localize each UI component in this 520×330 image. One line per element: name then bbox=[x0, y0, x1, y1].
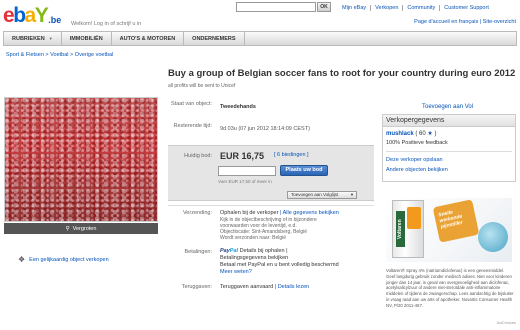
save-seller-link[interactable]: Deze verkoper opslaan bbox=[386, 157, 443, 163]
link-my-ebay[interactable]: Mijn eBay bbox=[338, 5, 370, 11]
divider bbox=[386, 151, 512, 152]
link-community[interactable]: Community bbox=[402, 5, 439, 11]
sell-similar-label: Een gelijkaardig object verkopen bbox=[29, 256, 109, 263]
nav-categories-label: RUBRIEKEN bbox=[12, 35, 45, 42]
watchlist-button-label: Toevoegen aan Volglijst bbox=[291, 192, 339, 197]
top-links: Mijn eBay Verkopen Community Customer Su… bbox=[338, 5, 493, 11]
current-price: EUR 16,75 bbox=[220, 151, 265, 161]
nav-business[interactable]: ONDERNEMERS bbox=[184, 32, 245, 45]
ad-orb bbox=[478, 222, 508, 252]
paypal-protection-note: Betaal met PayPal en u bent volledig bes… bbox=[220, 262, 339, 268]
condition-value: Tweedehands bbox=[220, 104, 256, 111]
breadcrumb[interactable]: Sport & Fietsen > Voetbal > Overige voet… bbox=[6, 52, 113, 58]
seller-info-box: Verkopergegevens mushlack ( 60 ★ ) 100% … bbox=[382, 114, 516, 182]
returns-policy: Teruggaven aanvaard bbox=[220, 284, 274, 290]
item-title: Buy a group of Belgian soccer fans to ro… bbox=[168, 68, 516, 79]
payment-value: PayPal Details bij ophalen | bbox=[220, 248, 288, 255]
logo-suffix: .be bbox=[48, 15, 62, 25]
nav-real-estate[interactable]: IMMOBILIËN bbox=[62, 32, 112, 45]
search-bar: OK bbox=[236, 2, 331, 12]
ships-to: Wordt verzonden naar: België bbox=[220, 235, 287, 241]
paypal-logo-pal: Pal bbox=[229, 248, 239, 254]
remaining-label: Resterende tijd: bbox=[173, 123, 212, 129]
ad-disclaimer: Voltaren® Spray 4% (natriumdiclofenac) i… bbox=[386, 268, 514, 308]
payment-method: Details bij ophalen | bbox=[239, 248, 288, 254]
seller-name-row: mushlack ( 60 ★ ) bbox=[386, 130, 436, 137]
paypal-logo: PayPal bbox=[220, 248, 238, 254]
shipping-value: Ophalen bij de verkoper | Alle gegevens … bbox=[220, 210, 339, 217]
ad-burst-text: Snelle werkende pijnstiller bbox=[438, 208, 464, 231]
current-bid-label: Huidig bod: bbox=[184, 153, 212, 159]
logo-letter-a: a bbox=[24, 4, 37, 27]
language-sitemap-links[interactable]: Page d'accueil en français | Site-overzi… bbox=[414, 19, 516, 25]
ad-image: Voltaren Snelle werkende pijnstiller bbox=[386, 198, 512, 262]
advertisement[interactable]: Voltaren Snelle werkende pijnstiller Vol… bbox=[382, 196, 516, 322]
product-box-image: Voltaren bbox=[392, 200, 424, 258]
ebay-logo[interactable]: e b a Y .be bbox=[3, 2, 61, 26]
nav-categories[interactable]: RUBRIEKEN ▼ bbox=[4, 32, 62, 45]
logo-letter-e: e bbox=[3, 4, 15, 27]
seller-score-close: ) bbox=[434, 131, 437, 137]
search-button[interactable]: OK bbox=[317, 2, 331, 12]
search-input[interactable] bbox=[236, 2, 316, 12]
tag-icon: ❖ bbox=[18, 255, 26, 264]
returns-value: Teruggaven aanvaard | Details lezen bbox=[220, 284, 309, 291]
ad-burst: Snelle werkende pijnstiller bbox=[432, 199, 480, 243]
bid-hint: Voer EUR 17,50 of meer in bbox=[218, 179, 272, 184]
divider bbox=[168, 205, 374, 206]
enlarge-label: Vergroten bbox=[72, 225, 97, 232]
chevron-down-icon: ▼ bbox=[350, 192, 354, 197]
magnifier-icon: ⚲ bbox=[65, 225, 70, 232]
seller-name[interactable]: mushlack bbox=[386, 131, 414, 137]
payment-label: Betalingen: bbox=[184, 249, 212, 255]
ad-brand: Voltaren bbox=[396, 211, 405, 247]
item-photo[interactable] bbox=[4, 97, 158, 222]
condition-label: Staat van object: bbox=[171, 101, 212, 107]
item-subtitle: all profits will be sent to Unicef bbox=[168, 83, 236, 89]
bid-count-link[interactable]: [ 6 biedingen ] bbox=[274, 152, 309, 158]
chevron-down-icon: ▼ bbox=[48, 36, 53, 41]
sell-similar-link[interactable]: ❖ Een gelijkaardig object verkopen bbox=[18, 255, 109, 264]
bid-amount-input[interactable] bbox=[218, 166, 276, 176]
add-to-watchlist-button[interactable]: Toevoegen aan Volglijst ▼ bbox=[287, 191, 357, 199]
welcome-text[interactable]: Welkom! Log in of schrijf u in bbox=[71, 21, 141, 27]
shipping-details-link[interactable]: | Alle gegevens bekijken bbox=[280, 210, 339, 216]
nav-cars[interactable]: AUTO'S & MOTOREN bbox=[112, 32, 185, 45]
category-nav: RUBRIEKEN ▼ IMMOBILIËN AUTO'S & MOTOREN O… bbox=[3, 31, 517, 46]
returns-label: Teruggaven: bbox=[181, 284, 212, 290]
seller-info-heading: Verkopergegevens bbox=[383, 115, 515, 127]
link-customer-support[interactable]: Customer Support bbox=[439, 5, 493, 11]
nav-cars-label: AUTO'S & MOTOREN bbox=[119, 35, 176, 42]
seller-score[interactable]: ( 60 bbox=[415, 131, 425, 137]
nav-business-label: ONDERNEMERS bbox=[192, 35, 236, 42]
condition-value-text: Tweedehands bbox=[220, 104, 256, 110]
ad-choices-label[interactable]: AdChoices bbox=[497, 320, 516, 325]
shipping-label: Verzending: bbox=[182, 210, 212, 216]
link-sell[interactable]: Verkopen bbox=[370, 5, 402, 11]
nav-real-estate-label: IMMOBILIËN bbox=[69, 35, 103, 42]
star-icon: ★ bbox=[427, 131, 433, 137]
logo-letter-b: b bbox=[13, 4, 26, 27]
returns-details-link[interactable]: | Details lezen bbox=[275, 284, 309, 290]
shipping-method: Ophalen bij de verkoper bbox=[220, 210, 279, 216]
payment-details-link[interactable]: Betalingsgegevens bekijken bbox=[220, 255, 288, 262]
enlarge-button[interactable]: ⚲ Vergroten bbox=[4, 223, 158, 234]
product-stripe bbox=[407, 207, 421, 229]
remaining-value: 9d 03u (07 jun 2012 18:14:09 CEST) bbox=[220, 126, 310, 132]
paypal-logo-pay: Pay bbox=[220, 248, 230, 254]
place-bid-button[interactable]: Plaats uw bod bbox=[280, 165, 328, 176]
learn-more-link[interactable]: Meer weten? bbox=[220, 269, 252, 276]
add-to-watchlist-link[interactable]: Toevoegen aan Vol bbox=[422, 104, 473, 110]
logo-letter-y: Y bbox=[34, 4, 49, 27]
seller-positive-feedback: 100% Positieve feedback bbox=[386, 140, 448, 146]
other-items-link[interactable]: Andere objecten bekijken bbox=[386, 167, 448, 173]
